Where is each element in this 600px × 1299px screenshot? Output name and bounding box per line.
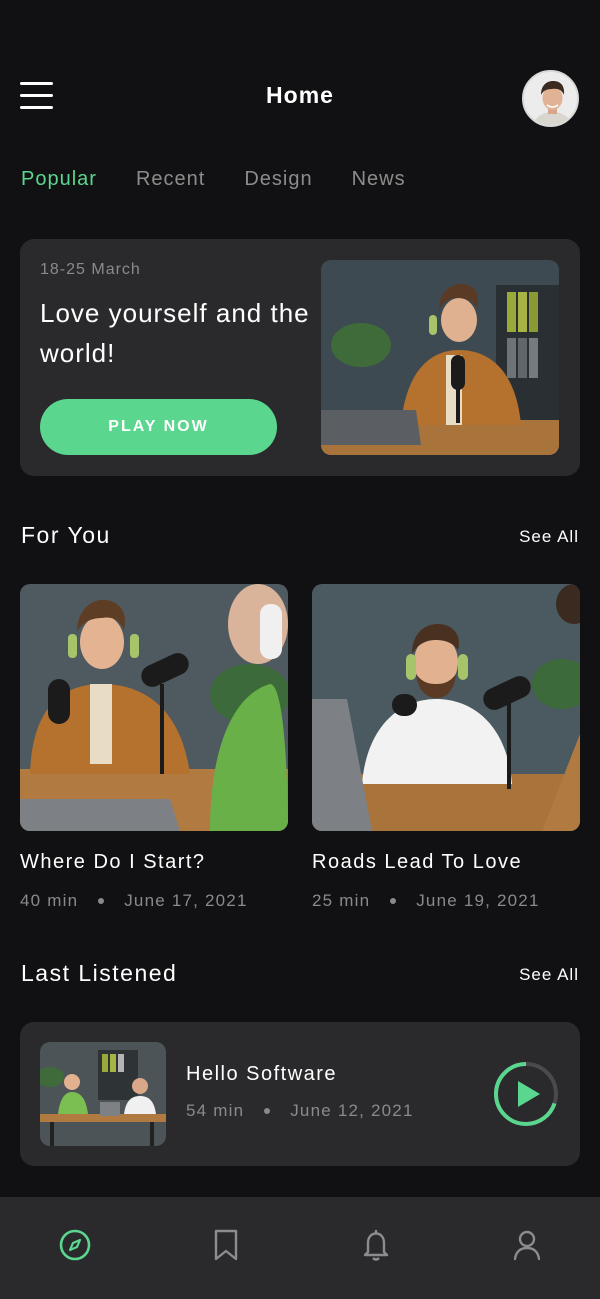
play-progress-ring-icon	[494, 1062, 558, 1126]
episode-title: Roads Lead To Love	[312, 851, 523, 873]
last-listened-see-all-link[interactable]: See All	[519, 965, 579, 985]
episode-title: Where Do I Start?	[20, 851, 206, 873]
bell-icon[interactable]	[358, 1227, 394, 1263]
episode-card[interactable]: Roads Lead To Love 25 min June 19, 2021	[312, 584, 580, 911]
separator-dot	[98, 898, 105, 904]
last-listened-item[interactable]: Hello Software 54 min June 12, 2021	[20, 1022, 580, 1166]
episode-date: June 19, 2021	[416, 891, 540, 910]
separator-dot	[264, 1108, 271, 1114]
episode-duration: 54 min	[186, 1101, 245, 1120]
episode-date: June 12, 2021	[290, 1101, 414, 1120]
episode-duration: 40 min	[20, 891, 79, 910]
page-title: Home	[266, 82, 334, 108]
compass-icon[interactable]	[57, 1227, 93, 1263]
episode-image	[20, 584, 288, 831]
last-listened-image	[40, 1042, 166, 1146]
last-listened-episode-title: Hello Software	[186, 1063, 338, 1085]
tab-news[interactable]: News	[352, 168, 406, 191]
episode-duration: 25 min	[312, 891, 371, 910]
tab-recent[interactable]: Recent	[136, 168, 205, 191]
play-button[interactable]	[492, 1060, 560, 1128]
last-listened-title: Last Listened	[21, 960, 178, 986]
featured-episode-card: 18-25 March Love yourself and the world!…	[20, 239, 580, 476]
episode-date: June 17, 2021	[124, 891, 248, 910]
featured-title: Love yourself and the world!	[40, 298, 310, 368]
episode-card[interactable]: Where Do I Start? 40 min June 17, 2021	[20, 584, 288, 911]
episode-meta: 40 min June 17, 2021	[20, 891, 288, 911]
profile-icon[interactable]	[509, 1227, 545, 1263]
tab-design[interactable]: Design	[244, 168, 312, 191]
category-tabs: Popular Recent Design News	[21, 168, 406, 191]
tab-popular[interactable]: Popular	[21, 168, 97, 191]
episode-meta: 25 min June 19, 2021	[312, 891, 580, 911]
featured-podcast-image	[321, 260, 559, 455]
separator-dot	[390, 898, 397, 904]
last-listened-meta: 54 min June 12, 2021	[186, 1101, 414, 1121]
featured-date: 18-25 March	[40, 261, 141, 278]
play-now-button[interactable]: PLAY NOW	[40, 399, 277, 455]
bookmark-icon[interactable]	[208, 1227, 244, 1263]
user-avatar[interactable]	[522, 70, 579, 127]
for-you-see-all-link[interactable]: See All	[519, 527, 579, 547]
bottom-navigation	[0, 1197, 600, 1299]
for-you-title: For You	[21, 522, 111, 548]
episode-image	[312, 584, 580, 831]
